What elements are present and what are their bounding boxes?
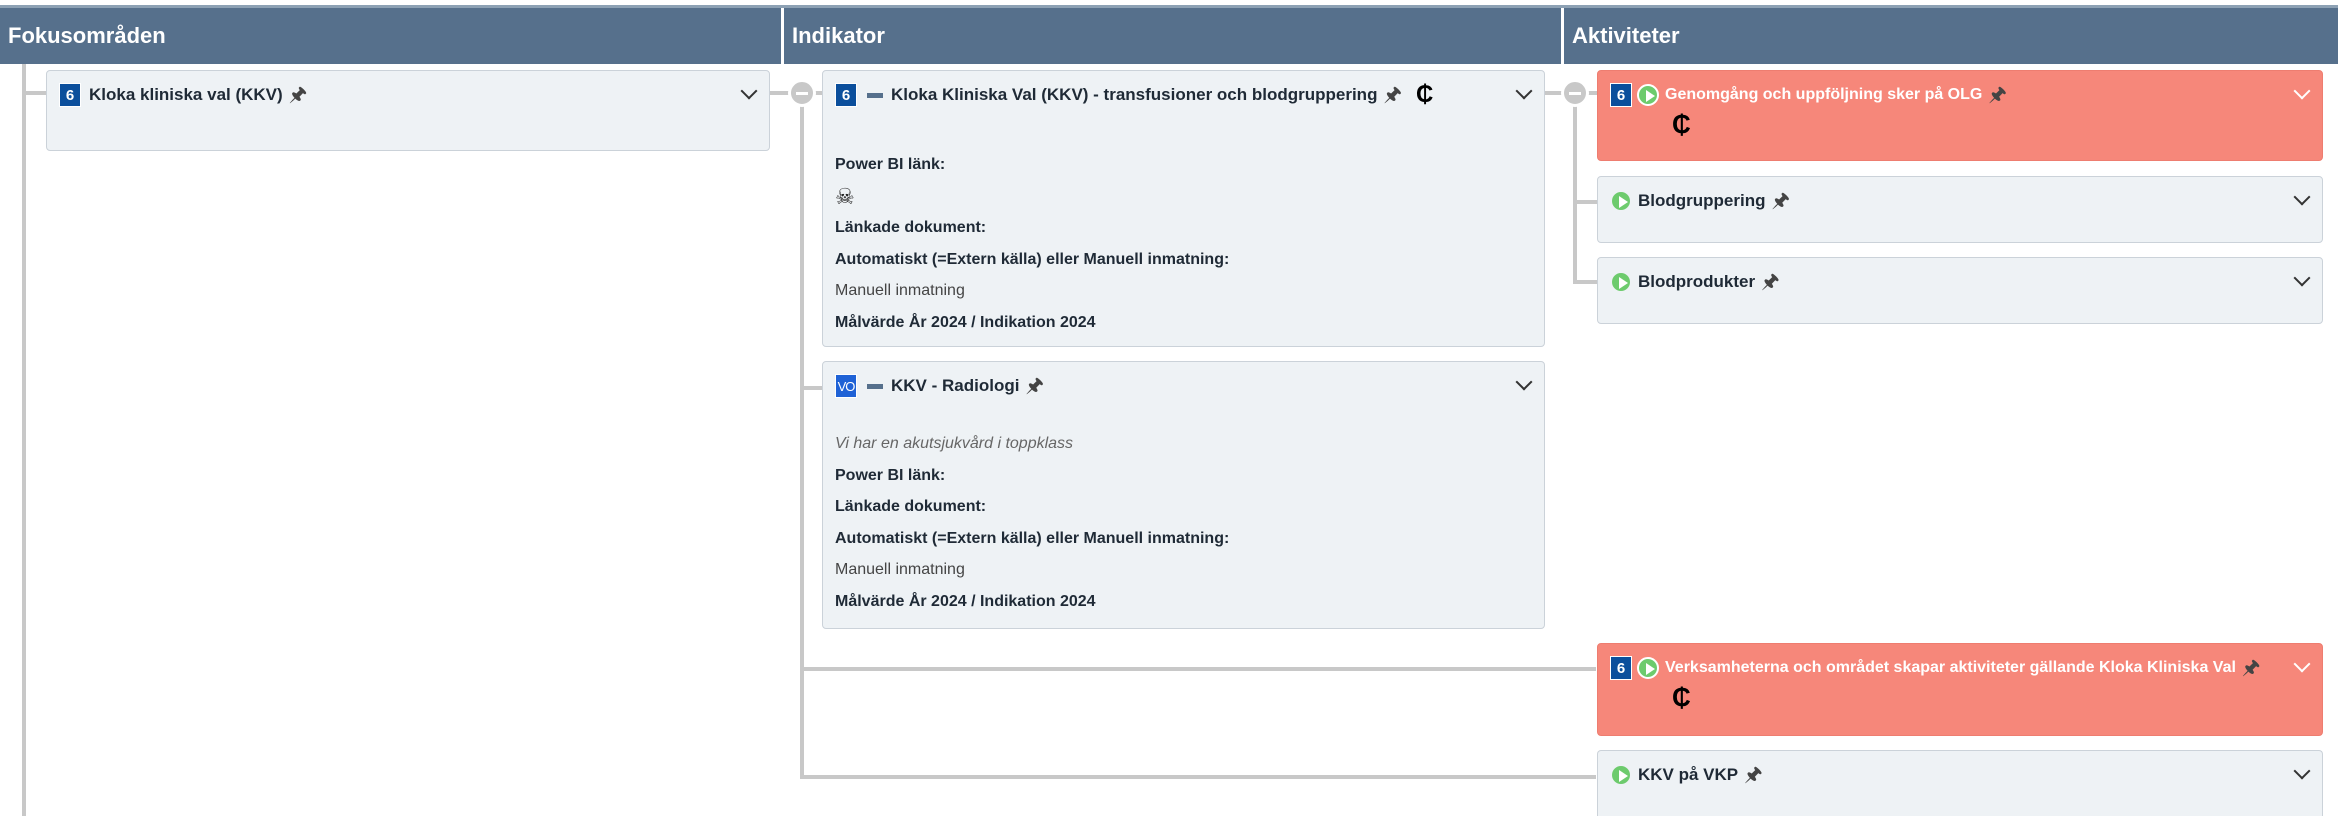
tree-connector (1573, 280, 1597, 284)
activity-card[interactable]: Blodgruppering 🖈 (1597, 176, 2323, 243)
indicator-card[interactable]: VO KKV - Radiologi 🖈 Vi har en akutsjukv… (822, 361, 1545, 629)
level-badge: 6 (59, 83, 81, 107)
activity-card-title: Blodprodukter (1638, 272, 1756, 291)
target-label: Målvärde År 2024 / Indikation 2024 (835, 313, 1096, 331)
tree-connector (1573, 200, 1597, 204)
target-label: Målvärde År 2024 / Indikation 2024 (835, 592, 1096, 610)
pin-icon[interactable]: 🖈 (1744, 763, 1763, 787)
pin-icon[interactable]: 🖈 (1383, 83, 1402, 107)
chevron-down-icon[interactable] (2293, 762, 2311, 780)
link-icon[interactable]: ₵ (1672, 682, 1691, 713)
linked-documents-label: Länkade dokument: (835, 219, 987, 236)
chevron-down-icon[interactable] (740, 82, 758, 100)
focus-card[interactable]: 6 Kloka kliniska val (KKV) 🖈 (46, 70, 770, 151)
activity-card-title: Genomgång och uppföljning sker på OLG (1665, 86, 1983, 103)
indicator-description: Vi har en akutsjukvård i toppklass (835, 435, 1074, 452)
pin-icon[interactable]: 🖈 (1771, 189, 1790, 213)
chevron-down-icon[interactable] (1515, 373, 1533, 391)
level-badge: 6 (835, 83, 857, 107)
indicator-card-title: KKV - Radiologi (891, 376, 1020, 395)
chevron-down-icon[interactable] (2293, 188, 2311, 206)
play-icon[interactable] (1637, 84, 1659, 106)
play-icon[interactable] (1610, 190, 1632, 212)
source-label: Automatiskt (=Extern källa) eller Manuel… (835, 250, 1230, 268)
link-icon[interactable]: ₵ (1416, 83, 1433, 107)
source-value: Manuell inmatning (835, 282, 965, 299)
pin-icon[interactable]: 🖈 (1025, 374, 1044, 398)
activity-card[interactable]: Blodprodukter 🖈 (1597, 257, 2323, 324)
pin-icon[interactable]: 🖈 (289, 83, 308, 107)
indicator-card[interactable]: 6 Kloka Kliniska Val (KKV) - transfusion… (822, 70, 1545, 347)
tree-connector (800, 93, 804, 779)
source-label: Automatiskt (=Extern källa) eller Manuel… (835, 529, 1230, 547)
activity-card[interactable]: 6 Verksamheterna och området skapar akti… (1597, 643, 2323, 736)
vo-badge: VO (835, 374, 857, 398)
activity-card-title: KKV på VKP (1638, 765, 1739, 784)
activity-card-title: Verksamheterna och området skapar aktivi… (1665, 659, 2236, 676)
indicator-card-title: Kloka Kliniska Val (KKV) - transfusioner… (891, 85, 1378, 104)
play-icon[interactable] (1610, 764, 1632, 786)
pin-icon[interactable]: 🖈 (1761, 270, 1780, 294)
powerbi-icon[interactable]: ☠ (835, 181, 1229, 213)
focus-card-title: Kloka kliniska val (KKV) (89, 85, 283, 104)
collapse-node-button[interactable] (788, 79, 816, 107)
pin-icon[interactable]: 🖈 (1988, 83, 2007, 107)
tree-connector (800, 386, 822, 390)
tree-connector (800, 775, 1596, 779)
level-badge: 6 (1610, 83, 1632, 107)
linked-documents-label: Länkade dokument: (835, 498, 987, 515)
tree-connector (22, 64, 26, 816)
tree-connector (22, 91, 46, 95)
link-icon[interactable]: ₵ (1672, 109, 1691, 140)
pin-icon[interactable]: 🖈 (2242, 656, 2261, 680)
column-header-indicator: Indikator (784, 8, 1561, 64)
play-icon[interactable] (1637, 657, 1659, 679)
tree-connector (1573, 93, 1577, 283)
tree-connector (800, 667, 1596, 671)
column-header-focus: Fokusområden (0, 8, 781, 64)
power-bi-label: Power BI länk: (835, 466, 946, 484)
activity-card[interactable]: 6 Genomgång och uppföljning sker på OLG … (1597, 70, 2323, 161)
trend-dash-icon (867, 384, 883, 389)
chevron-down-icon[interactable] (2293, 82, 2311, 100)
source-value: Manuell inmatning (835, 561, 965, 578)
chevron-down-icon[interactable] (1515, 82, 1533, 100)
chevron-down-icon[interactable] (2293, 269, 2311, 287)
power-bi-label: Power BI länk: (835, 156, 946, 173)
activity-card-title: Blodgruppering (1638, 191, 1766, 210)
activity-card[interactable]: KKV på VKP 🖈 (1597, 750, 2323, 816)
chevron-down-icon[interactable] (2293, 655, 2311, 673)
play-icon[interactable] (1610, 271, 1632, 293)
collapse-node-button[interactable] (1561, 79, 1589, 107)
level-badge: 6 (1610, 656, 1632, 680)
column-header-activities: Aktiviteter (1564, 8, 2338, 64)
trend-dash-icon (867, 93, 883, 98)
